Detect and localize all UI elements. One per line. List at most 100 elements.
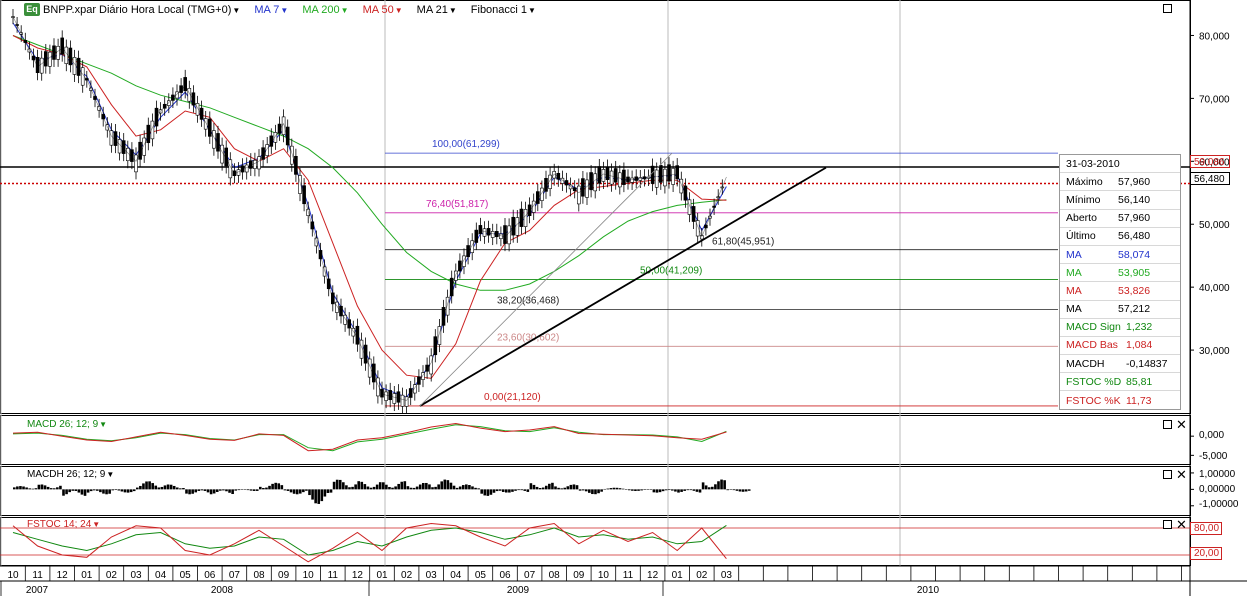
macdh-bar xyxy=(160,486,164,490)
macdh-bar xyxy=(363,484,367,490)
macdh-bar xyxy=(314,489,317,504)
x-month-label: 07 xyxy=(524,570,536,581)
macdh-bar xyxy=(277,483,281,490)
macdh-bar xyxy=(49,488,53,490)
symbol-selector[interactable]: BNPP.xpar Diário Hora Local (TMG+0) ▼ xyxy=(43,4,240,16)
macdh-bar xyxy=(477,488,480,490)
macdh-bar xyxy=(458,486,462,490)
macdh-bar xyxy=(96,489,99,491)
macdh-bar xyxy=(707,487,711,490)
x-month-label: 03 xyxy=(426,570,438,581)
macdh-bar xyxy=(726,489,729,491)
macdh-bar xyxy=(683,489,686,491)
macdh-bar xyxy=(640,489,643,491)
macdh-bar xyxy=(197,489,201,491)
candle-body xyxy=(663,168,667,187)
indicator-ma21[interactable]: MA 21 ▼ xyxy=(417,4,457,16)
x-month-label: 10 xyxy=(303,570,315,581)
macdh-bar xyxy=(129,489,133,493)
info-value: 53,905 xyxy=(1118,266,1151,279)
info-value: 57,960 xyxy=(1118,212,1151,225)
macdh-bar xyxy=(86,489,90,493)
macdh-bar xyxy=(329,489,333,493)
macdh-bar xyxy=(354,484,357,490)
maximize-icon[interactable] xyxy=(1163,4,1172,13)
macdh-bar xyxy=(62,489,65,496)
macdh-bar xyxy=(634,489,637,491)
info-key: Mínimo xyxy=(1066,193,1101,206)
info-key: MACD Sign xyxy=(1066,321,1121,334)
candle-body xyxy=(589,172,593,191)
macdh-bar xyxy=(674,489,677,492)
macdh-bar xyxy=(179,488,182,490)
macdh-bar xyxy=(188,489,191,495)
macdh-bar xyxy=(234,489,237,491)
x-month-label: 03 xyxy=(721,570,733,581)
macd-close-icon[interactable]: ✕ xyxy=(1176,418,1187,431)
info-key: MA xyxy=(1066,303,1082,316)
indicator-ma200[interactable]: MA 200 ▼ xyxy=(302,4,348,16)
candle-body xyxy=(585,179,589,198)
macdh-bar xyxy=(40,484,44,490)
macdh-bar xyxy=(600,489,603,492)
macdh-bar xyxy=(271,483,274,490)
macdh-bar xyxy=(397,483,400,490)
indicator-label: MA 200 xyxy=(302,4,340,16)
fstoc-close-icon[interactable]: ✕ xyxy=(1176,518,1187,531)
info-value: 11,73 xyxy=(1126,394,1152,407)
candle-body xyxy=(609,170,614,185)
macdh-panel-label[interactable]: MACDH 26; 12; 9 ▼ xyxy=(27,469,114,480)
x-month-label: 12 xyxy=(57,570,69,581)
indicator-ma50[interactable]: MA 50 ▼ xyxy=(363,4,403,16)
macdh-maximize-icon[interactable] xyxy=(1163,470,1172,479)
macdh-bar xyxy=(382,482,385,490)
indicator-fibonacci[interactable]: Fibonacci 1 ▼ xyxy=(471,4,536,16)
price-tag-last: 56,480 xyxy=(1190,172,1230,185)
indicator-label: MA 50 xyxy=(362,4,394,16)
info-value: 56,480 xyxy=(1118,230,1151,243)
macd-panel-label[interactable]: MACD 26; 12; 9 ▼ xyxy=(27,419,107,430)
macdh-bar xyxy=(741,489,745,492)
candle-body xyxy=(671,168,675,185)
candle-body xyxy=(384,391,388,401)
macdh-bar xyxy=(77,489,81,493)
fstoc-maximize-icon[interactable] xyxy=(1163,520,1172,529)
macdh-bar xyxy=(255,489,259,491)
fstoc-panel-label[interactable]: FSTOC 14; 24 ▼ xyxy=(27,519,100,530)
macdh-bar xyxy=(738,489,742,492)
macdh-close-icon[interactable]: ✕ xyxy=(1176,468,1187,481)
indicator-ma7[interactable]: MA 7 ▼ xyxy=(254,4,288,16)
macdh-bar xyxy=(157,487,161,490)
candle-body xyxy=(244,164,249,173)
macdh-bar xyxy=(200,489,204,491)
x-month-label: 12 xyxy=(352,570,364,581)
info-value: -0,14837 xyxy=(1126,357,1168,370)
candle-body xyxy=(64,46,69,64)
y-tick-label: 30,000 xyxy=(1199,346,1230,357)
macdh-bar xyxy=(108,489,111,494)
macdh-bar xyxy=(59,485,62,490)
x-month-label: 10 xyxy=(598,570,610,581)
macdh-bar xyxy=(655,489,659,493)
candle-body xyxy=(257,156,261,170)
app-logo[interactable]: Eq xyxy=(24,3,40,16)
macdh-bar xyxy=(16,486,19,490)
y-tick-label: 40,000 xyxy=(1199,283,1230,294)
macd-maximize-icon[interactable] xyxy=(1163,420,1172,429)
candle-body xyxy=(519,208,524,227)
macdh-bar xyxy=(403,481,407,490)
candle-body xyxy=(654,169,659,188)
info-row: MA 53,905 xyxy=(1060,264,1180,283)
macdh-bar xyxy=(46,486,50,490)
info-row: FSTOC %D 85,81 xyxy=(1060,373,1180,392)
info-row: Mínimo 56,140 xyxy=(1060,191,1180,210)
candle-body xyxy=(490,231,495,238)
macdh-bar xyxy=(418,484,422,490)
fstoc-tick: 20,00 xyxy=(1190,547,1222,560)
macdh-bar xyxy=(13,487,16,490)
x-month-label: 08 xyxy=(253,570,265,581)
macdh-bar xyxy=(348,487,351,490)
candle-body xyxy=(43,51,48,67)
macdh-bar xyxy=(615,487,619,490)
info-date: 31-03-2010 xyxy=(1060,155,1180,174)
